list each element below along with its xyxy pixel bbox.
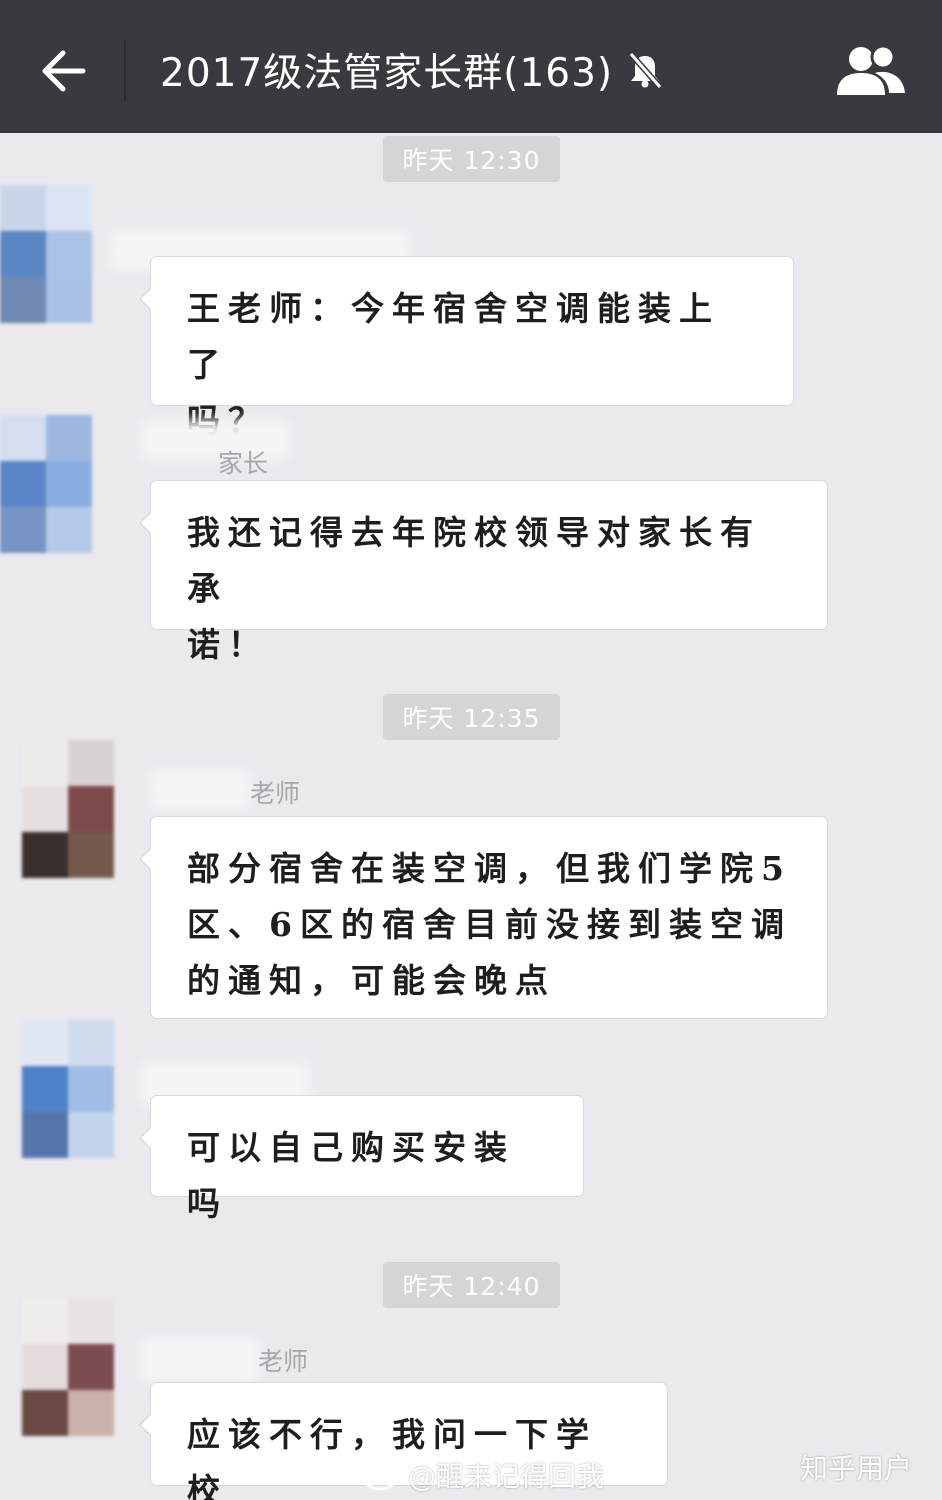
timestamp-1: 昨天 12:30: [383, 136, 560, 182]
chat-title-text: 2017级法管家长群(163): [160, 51, 614, 96]
blurred-sender-name: [150, 770, 250, 810]
avatar: [22, 1298, 114, 1436]
group-members-icon: [837, 44, 905, 95]
sender-name: 老师: [258, 1347, 309, 1376]
message-bubble[interactable]: 王老师：今年宿舍空调能装上了 吗？: [139, 256, 794, 440]
arrow-left-icon: [42, 50, 86, 92]
sender-name: 老师: [250, 779, 301, 808]
message-text: 王老师：今年宿舍空调能装上了: [187, 289, 720, 384]
group-members-button[interactable]: [828, 38, 914, 102]
message-text: 部分宿舍在装空调，但我们学院5: [187, 849, 792, 888]
weibo-logo-icon: [362, 1459, 402, 1491]
bell-muted-icon: [625, 50, 665, 90]
message-bubble[interactable]: 部分宿舍在装空调，但我们学院5 区、6区的宿舍目前没接到装空调 的通知，可能会晚…: [139, 816, 828, 1019]
chat-title: 2017级法管家长群(163): [160, 38, 665, 102]
message-text: 诺！: [187, 625, 269, 664]
header-divider: [124, 40, 126, 102]
weibo-watermark-text: @醒来记得回我: [408, 1460, 605, 1493]
message-bubble[interactable]: 可以自己购买安装吗: [139, 1095, 584, 1223]
avatar: [0, 415, 92, 553]
message-text: 我还记得去年院校领导对家长有承: [187, 513, 761, 608]
timestamp-3: 昨天 12:40: [383, 1262, 560, 1308]
chat-header: 2017级法管家长群(163): [0, 0, 942, 133]
back-button[interactable]: [30, 42, 96, 100]
message-text: 区、6区的宿舍目前没接到装空调: [187, 905, 792, 944]
avatar: [22, 740, 114, 878]
avatar: [22, 1020, 114, 1158]
blurred-sender-name: [140, 1338, 260, 1382]
weibo-watermark: @醒来记得回我: [362, 1455, 604, 1495]
message-text: 可以自己购买安装吗: [187, 1128, 515, 1223]
message-bubble[interactable]: 我还记得去年院校领导对家长有承 诺！: [139, 480, 828, 664]
zhihu-watermark: 知乎用户: [800, 1452, 913, 1485]
message-text: 的通知，可能会晚点: [187, 961, 556, 1000]
avatar: [0, 185, 92, 323]
timestamp-2: 昨天 12:35: [383, 694, 560, 740]
sender-name: 家长: [218, 449, 269, 478]
